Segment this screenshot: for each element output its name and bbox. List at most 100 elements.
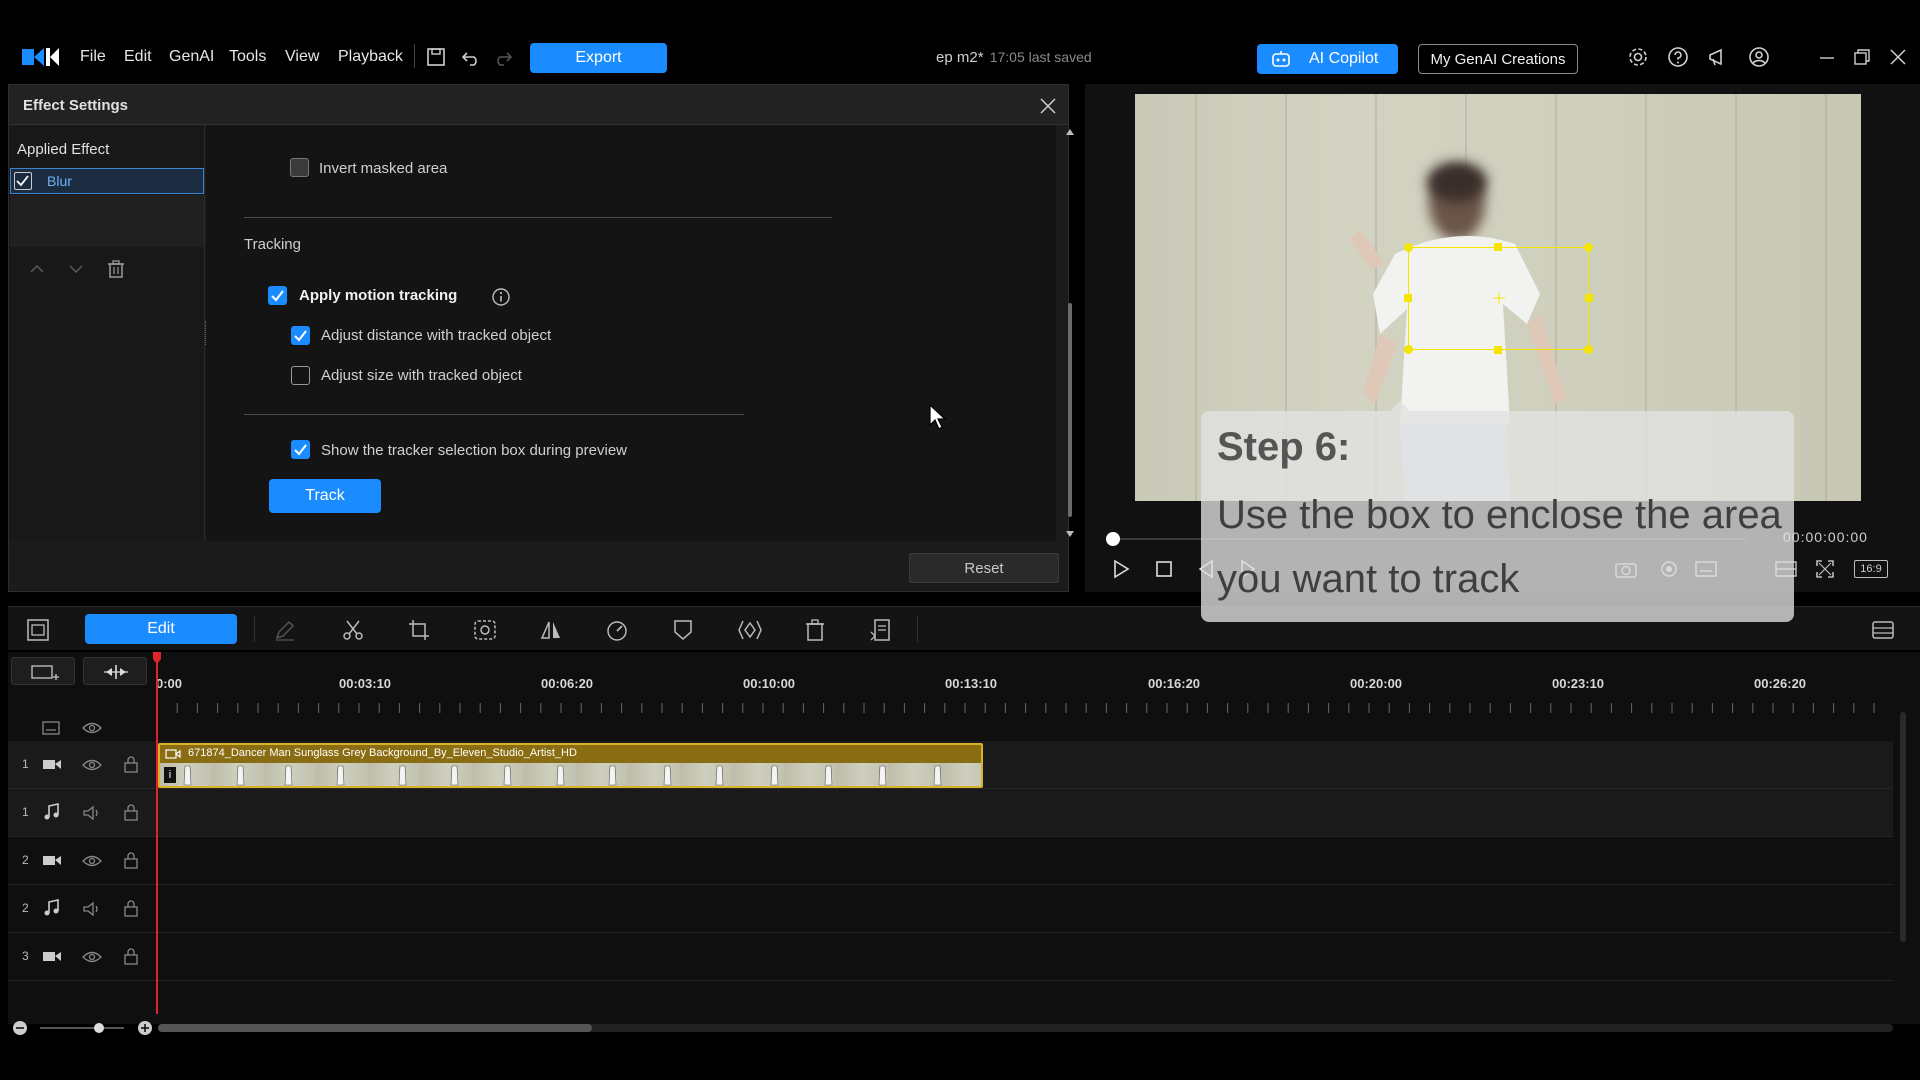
- lock-icon[interactable]: [123, 803, 139, 821]
- horizontal-scrollbar-thumb[interactable]: [158, 1024, 592, 1032]
- eye-icon[interactable]: [81, 757, 103, 773]
- playhead-handle[interactable]: [153, 652, 161, 664]
- timeline-ruler[interactable]: 0:00 00:03:10 00:06:20 00:10:00 00:13:10…: [156, 652, 1893, 736]
- play-icon[interactable]: [1110, 558, 1132, 580]
- ruler-label: 00:06:20: [541, 676, 594, 691]
- edit-button[interactable]: Edit: [85, 614, 237, 644]
- close-icon[interactable]: [1039, 97, 1057, 115]
- show-tracker-checkbox[interactable]: [291, 440, 310, 459]
- tracking-header: Tracking: [244, 236, 301, 253]
- timeline-settings-icon[interactable]: [1870, 618, 1894, 642]
- eye-icon[interactable]: [81, 720, 103, 736]
- video-track-icon: [42, 852, 62, 868]
- close-window-icon[interactable]: [1887, 46, 1909, 68]
- save-icon[interactable]: [425, 46, 447, 68]
- apply-motion-tracking-checkbox[interactable]: [268, 286, 287, 305]
- pen-icon[interactable]: [273, 618, 297, 642]
- trash-icon[interactable]: [803, 618, 827, 642]
- eye-icon[interactable]: [81, 853, 103, 869]
- options-scrollbar[interactable]: [1064, 125, 1076, 541]
- adjust-distance-checkbox[interactable]: [291, 326, 310, 345]
- undo-icon[interactable]: [460, 46, 482, 68]
- zoom-out-icon[interactable]: [12, 1020, 28, 1036]
- effect-checkbox[interactable]: [14, 172, 32, 190]
- menu-tools[interactable]: Tools: [229, 48, 266, 66]
- lock-icon[interactable]: [123, 947, 139, 965]
- info-icon[interactable]: [491, 287, 511, 307]
- menu-view[interactable]: View: [285, 48, 319, 66]
- adjust-size-checkbox[interactable]: [291, 366, 310, 385]
- fit-timeline-button[interactable]: [83, 657, 147, 685]
- tracker-handle[interactable]: [1404, 243, 1413, 252]
- track-row-video-3[interactable]: 3: [8, 933, 1893, 981]
- menu-playback[interactable]: Playback: [338, 48, 403, 66]
- tracker-handle[interactable]: [1584, 243, 1593, 252]
- timeline-horizontal-scrollbar[interactable]: [158, 1024, 1893, 1032]
- tracker-handle[interactable]: [1584, 345, 1593, 354]
- ruler-label: 00:13:10: [945, 676, 998, 691]
- help-icon[interactable]: [1667, 46, 1689, 68]
- effect-item-blur[interactable]: Blur: [10, 168, 204, 194]
- track-row-video-2[interactable]: 2: [8, 837, 1893, 885]
- timeline-vertical-scrollbar[interactable]: [1900, 712, 1906, 942]
- track-row-audio-1[interactable]: 1: [8, 789, 1893, 837]
- mask-designer-icon[interactable]: [473, 618, 497, 642]
- export-button[interactable]: Export: [530, 43, 667, 73]
- move-up-icon[interactable]: [25, 259, 49, 279]
- invert-masked-area-checkbox[interactable]: [290, 158, 309, 177]
- scrubber-thumb[interactable]: [1106, 532, 1120, 546]
- menu-genai[interactable]: GenAI: [169, 48, 214, 66]
- clip-title-bar: 671874_Dancer Man Sunglass Grey Backgrou…: [160, 745, 981, 763]
- add-track-button[interactable]: [11, 657, 75, 685]
- fullscreen-icon[interactable]: [1814, 558, 1836, 580]
- track-row-audio-2[interactable]: 2: [8, 885, 1893, 933]
- lock-icon[interactable]: [123, 851, 139, 869]
- flip-icon[interactable]: [539, 618, 563, 642]
- lock-icon[interactable]: [123, 755, 139, 773]
- move-down-icon[interactable]: [64, 259, 88, 279]
- redo-icon[interactable]: [492, 46, 514, 68]
- lock-icon[interactable]: [123, 899, 139, 917]
- effect-item-label: Blur: [47, 173, 72, 189]
- more-tools-icon[interactable]: [869, 618, 893, 642]
- reset-button[interactable]: Reset: [909, 553, 1059, 583]
- speaker-icon[interactable]: [82, 804, 102, 822]
- adjust-distance-label: Adjust distance with tracked object: [321, 327, 552, 344]
- zoom-slider[interactable]: [40, 1023, 124, 1033]
- clip-info-icon[interactable]: i: [164, 767, 176, 783]
- delete-effect-icon[interactable]: [105, 258, 127, 280]
- media-library-icon[interactable]: [26, 618, 50, 642]
- ruler-label: 00:16:20: [1148, 676, 1201, 691]
- account-icon[interactable]: [1748, 46, 1770, 68]
- transition-icon[interactable]: [737, 618, 762, 642]
- playhead[interactable]: [156, 652, 158, 1014]
- speed-icon[interactable]: [605, 618, 629, 642]
- tracker-handle[interactable]: [1404, 345, 1413, 354]
- video-clip[interactable]: 671874_Dancer Man Sunglass Grey Backgrou…: [158, 743, 983, 788]
- ruler-label: 00:10:00: [743, 676, 796, 691]
- eye-icon[interactable]: [81, 949, 103, 965]
- restore-icon[interactable]: [1851, 46, 1873, 68]
- crop-icon[interactable]: [407, 618, 431, 642]
- stop-icon[interactable]: [1154, 559, 1174, 579]
- track-button[interactable]: Track: [269, 479, 381, 513]
- zoom-in-icon[interactable]: [137, 1020, 153, 1036]
- tracker-handle[interactable]: [1494, 346, 1502, 354]
- menu-file[interactable]: File: [80, 48, 106, 66]
- music-note-icon: [43, 803, 61, 821]
- gear-icon[interactable]: [1627, 46, 1649, 68]
- ai-copilot-button[interactable]: AI Copilot: [1257, 44, 1398, 74]
- zoom-slider-thumb[interactable]: [94, 1023, 104, 1033]
- tracker-handle[interactable]: [1494, 243, 1502, 251]
- show-tracker-label: Show the tracker selection box during pr…: [321, 442, 627, 459]
- megaphone-icon[interactable]: [1707, 46, 1729, 68]
- keyframe-icon[interactable]: [671, 618, 695, 642]
- scissors-icon[interactable]: [341, 618, 365, 642]
- speaker-icon[interactable]: [82, 900, 102, 918]
- minimize-icon[interactable]: [1816, 46, 1838, 68]
- tracker-handle[interactable]: [1404, 294, 1412, 302]
- aspect-ratio-button[interactable]: 16:9: [1854, 560, 1888, 578]
- my-genai-creations-button[interactable]: My GenAI Creations: [1418, 44, 1578, 74]
- tracker-handle[interactable]: [1585, 294, 1593, 302]
- menu-edit[interactable]: Edit: [124, 48, 152, 66]
